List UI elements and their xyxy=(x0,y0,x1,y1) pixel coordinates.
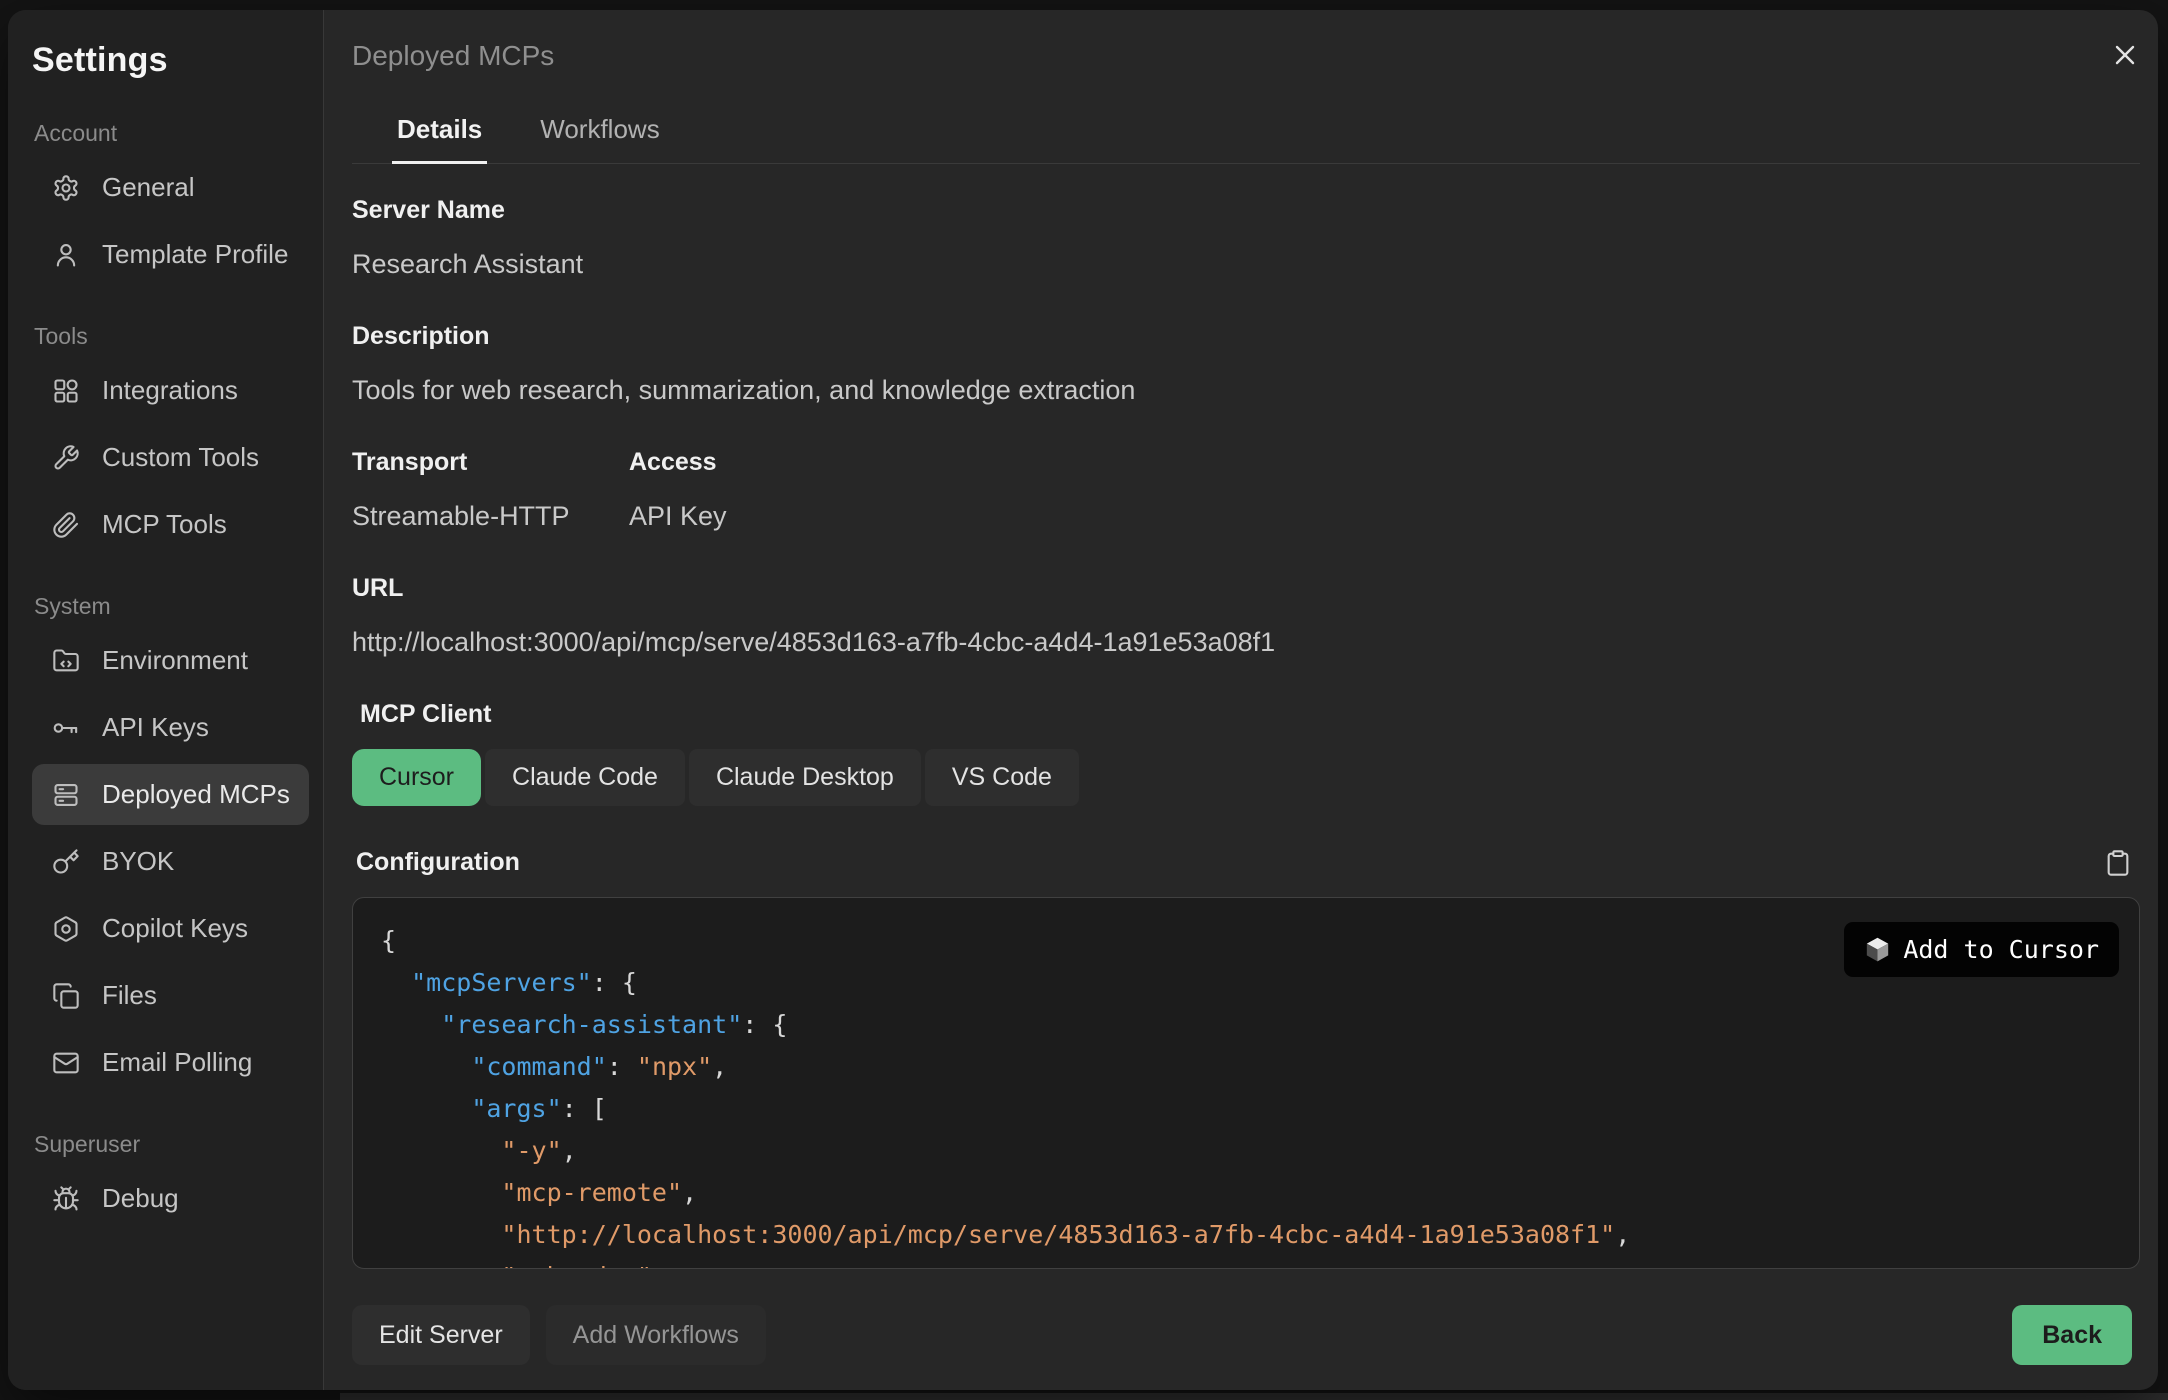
sidebar-item-label: Email Polling xyxy=(102,1047,252,1078)
code-line: "--header" xyxy=(381,1256,2111,1269)
key-round-icon xyxy=(52,714,80,742)
files-icon xyxy=(52,982,80,1010)
code-line: "command": "npx", xyxy=(381,1046,2111,1088)
sidebar-item-label: Environment xyxy=(102,645,248,676)
grid-icon xyxy=(52,377,80,405)
tabs-row: Details Workflows xyxy=(352,106,2140,164)
copy-configuration-button[interactable] xyxy=(2104,849,2132,877)
sidebar-item-label: Copilot Keys xyxy=(102,913,248,944)
sidebar-item-email-polling[interactable]: Email Polling xyxy=(32,1032,309,1093)
add-to-cursor-label: Add to Cursor xyxy=(1903,935,2099,964)
sidebar-sections: Account General Template Profile Tools Integ… xyxy=(32,82,309,1235)
sidebar-item-copilot-keys[interactable]: Copilot Keys xyxy=(32,898,309,959)
settings-content: Deployed MCPs Details Workflows Server Na… xyxy=(324,10,2158,1390)
sidebar-item-files[interactable]: Files xyxy=(32,965,309,1026)
sidebar-item-label: General xyxy=(102,172,195,203)
sidebar-item-label: Deployed MCPs xyxy=(102,779,290,810)
sidebar-item-label: Integrations xyxy=(102,375,238,406)
content-header: Deployed MCPs xyxy=(352,38,2140,76)
details-panel: Server Name Research Assistant Descripti… xyxy=(352,196,2140,1281)
sidebar-item-api-keys[interactable]: API Keys xyxy=(32,697,309,758)
sidebar-item-label: Files xyxy=(102,980,157,1011)
code-line: "mcp-remote", xyxy=(381,1172,2111,1214)
code-line: "-y", xyxy=(381,1130,2111,1172)
close-button[interactable] xyxy=(2106,38,2144,76)
client-button-vs-code[interactable]: VS Code xyxy=(925,749,1079,806)
tab-workflows[interactable]: Workflows xyxy=(535,106,664,164)
configuration-label: Configuration xyxy=(356,848,520,877)
wrench-icon xyxy=(52,444,80,472)
edit-server-button[interactable]: Edit Server xyxy=(352,1305,530,1365)
sidebar-section-label: System xyxy=(34,593,309,620)
clipboard-icon xyxy=(2104,864,2132,881)
sidebar-item-label: Template Profile xyxy=(102,239,288,270)
settings-sidebar: Settings Account General Template Profile T… xyxy=(8,10,324,1390)
url-value: http://localhost:3000/api/mcp/serve/4853… xyxy=(352,627,2140,658)
sidebar-section-label: Account xyxy=(34,120,309,147)
sidebar-item-label: Debug xyxy=(102,1183,179,1214)
cursor-logo-icon xyxy=(1864,936,1891,963)
sidebar-item-environment[interactable]: Environment xyxy=(32,630,309,691)
gear-icon xyxy=(52,174,80,202)
description-value: Tools for web research, summarization, a… xyxy=(352,375,2140,406)
sidebar-item-debug[interactable]: Debug xyxy=(32,1168,309,1229)
code-line: "args": [ xyxy=(381,1088,2111,1130)
mail-icon xyxy=(52,1049,80,1077)
sidebar-item-general[interactable]: General xyxy=(32,157,309,218)
code-line: "research-assistant": { xyxy=(381,1004,2111,1046)
add-to-cursor-button[interactable]: Add to Cursor xyxy=(1844,922,2119,977)
paperclip-icon xyxy=(52,511,80,539)
server-name-value: Research Assistant xyxy=(352,249,2140,280)
close-icon xyxy=(2109,39,2141,76)
client-button-claude-desktop[interactable]: Claude Desktop xyxy=(689,749,921,806)
transport-access-labels: Transport Access xyxy=(352,448,2140,501)
add-workflows-button[interactable]: Add Workflows xyxy=(546,1305,766,1365)
sidebar-item-integrations[interactable]: Integrations xyxy=(32,360,309,421)
sidebar-item-label: API Keys xyxy=(102,712,209,743)
hexagon-icon xyxy=(52,915,80,943)
url-label: URL xyxy=(352,574,2140,603)
sidebar-item-label: Custom Tools xyxy=(102,442,259,473)
client-button-claude-code[interactable]: Claude Code xyxy=(485,749,685,806)
configuration-row: Configuration xyxy=(356,848,2140,877)
sidebar-section-label: Superuser xyxy=(34,1131,309,1158)
key-icon xyxy=(52,848,80,876)
transport-access-values: Streamable-HTTP API Key xyxy=(352,501,2140,574)
folder-code-icon xyxy=(52,647,80,675)
description-label: Description xyxy=(352,322,2140,351)
page-title: Deployed MCPs xyxy=(352,38,554,74)
sidebar-item-template-profile[interactable]: Template Profile xyxy=(32,224,309,285)
sidebar-item-custom-tools[interactable]: Custom Tools xyxy=(32,427,309,488)
settings-dialog: Settings Account General Template Profile T… xyxy=(8,10,2158,1390)
back-button[interactable]: Back xyxy=(2012,1305,2132,1365)
server-name-label: Server Name xyxy=(352,196,2140,225)
configuration-code-block[interactable]: { "mcpServers": { "research-assistant": … xyxy=(352,897,2140,1269)
user-icon xyxy=(52,241,80,269)
dialog-footer: Edit Server Add Workflows Back xyxy=(352,1281,2140,1390)
sidebar-item-byok[interactable]: BYOK xyxy=(32,831,309,892)
sidebar-item-label: BYOK xyxy=(102,846,174,877)
sidebar-item-label: MCP Tools xyxy=(102,509,227,540)
sidebar-section-label: Tools xyxy=(34,323,309,350)
sidebar-item-deployed-mcps[interactable]: Deployed MCPs xyxy=(32,764,309,825)
mcp-client-label: MCP Client xyxy=(360,700,2140,729)
access-value: API Key xyxy=(629,501,727,532)
code-line: "http://localhost:3000/api/mcp/serve/485… xyxy=(381,1214,2111,1256)
server-icon xyxy=(52,781,80,809)
mcp-client-selector: CursorClaude CodeClaude DesktopVS Code xyxy=(352,749,2140,806)
transport-value: Streamable-HTTP xyxy=(352,501,629,532)
tab-details[interactable]: Details xyxy=(392,106,487,164)
sidebar-item-mcp-tools[interactable]: MCP Tools xyxy=(32,494,309,555)
transport-label: Transport xyxy=(352,448,629,477)
settings-title: Settings xyxy=(32,38,309,82)
client-button-cursor[interactable]: Cursor xyxy=(352,749,481,806)
bug-icon xyxy=(52,1185,80,1213)
access-label: Access xyxy=(629,448,717,477)
underlying-app-edge xyxy=(340,1393,2168,1400)
